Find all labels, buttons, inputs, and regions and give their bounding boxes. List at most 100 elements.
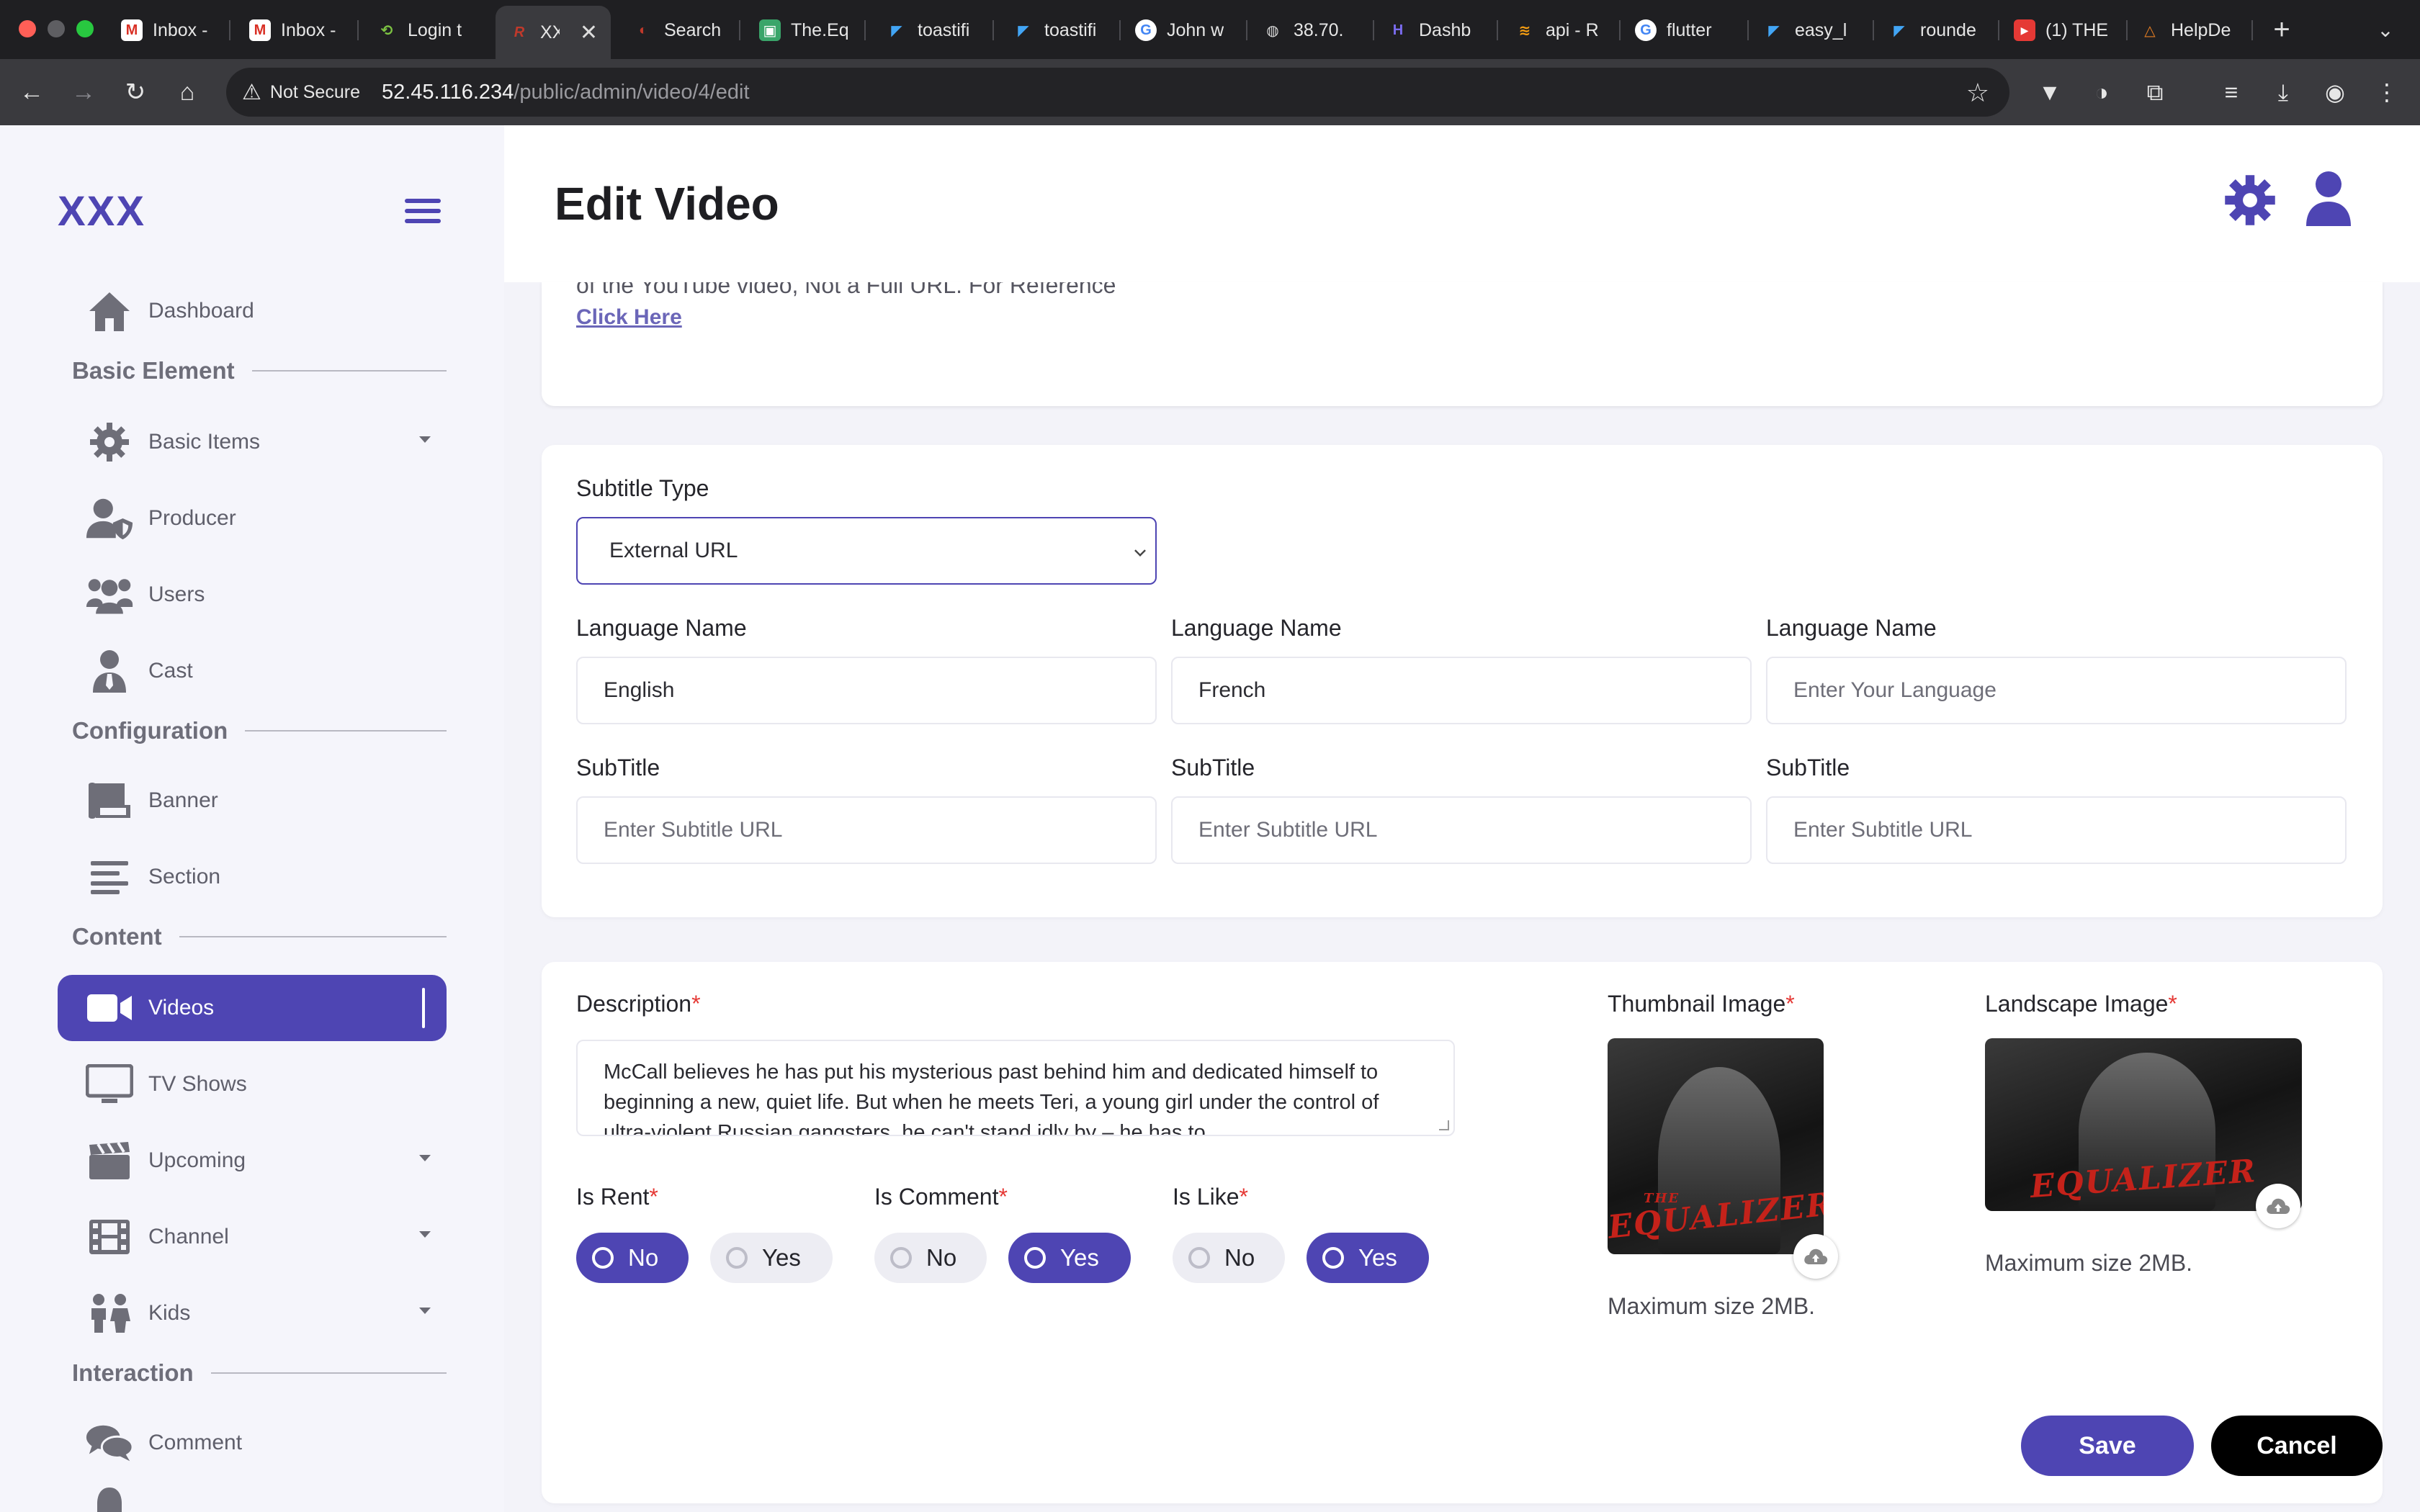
close-icon[interactable]: ✕ — [580, 20, 598, 45]
window-zoom-button[interactable] — [76, 20, 94, 37]
hamburger-menu-icon[interactable] — [405, 199, 441, 228]
is-like-no-radio[interactable]: No — [1173, 1233, 1285, 1283]
subtitle-url-placeholder-2: Enter Subtitle URL — [1198, 818, 1378, 842]
cancel-button[interactable]: Cancel — [2211, 1416, 2383, 1476]
browser-tab[interactable]: M Inbox - — [121, 10, 216, 50]
is-comment-no-radio[interactable]: No — [874, 1233, 987, 1283]
extensions-puzzle-icon[interactable]: ⧉ — [2138, 75, 2172, 109]
url-path: /public/admin/video/4/edit — [514, 80, 750, 104]
sidebar-item-section[interactable]: Section — [58, 844, 447, 910]
new-tab-button[interactable]: + — [2262, 10, 2302, 50]
tab-separator — [1373, 20, 1374, 40]
subtitle-url-input-2[interactable]: Enter Subtitle URL — [1171, 796, 1752, 864]
browser-tab-bar: M Inbox - M Inbox - ⟲ Login t R XX ✕ ◐ S… — [0, 0, 2420, 59]
is-like-yes-radio[interactable]: Yes — [1307, 1233, 1429, 1283]
sidebar-item-cast[interactable]: Cast — [58, 638, 447, 704]
language-name-placeholder-3: Enter Your Language — [1793, 678, 1996, 702]
browser-tab[interactable]: ▶ (1) THE — [2014, 10, 2115, 50]
resize-handle-icon[interactable] — [1439, 1120, 1449, 1130]
gmail-icon: M — [121, 19, 143, 41]
profile-avatar-icon[interactable]: ◉ — [2318, 75, 2352, 109]
gear-icon[interactable] — [2224, 174, 2276, 226]
sidebar-item-tv-shows[interactable]: TV Shows — [58, 1051, 447, 1117]
comments-icon — [85, 1418, 134, 1467]
sidebar-item-users[interactable]: Users — [58, 562, 447, 628]
browser-tab[interactable]: G John w — [1135, 10, 1233, 50]
subtitle-url-input-3[interactable]: Enter Subtitle URL — [1766, 796, 2347, 864]
browser-tab[interactable]: ◤ easy_l — [1763, 10, 1860, 50]
subtitle-type-label: Subtitle Type — [576, 475, 709, 501]
browser-tab[interactable]: ◐ Search — [632, 10, 726, 50]
browser-tab[interactable]: △ HelpDe — [2139, 10, 2246, 50]
doc-icon: ▣ — [759, 19, 781, 41]
bookmark-star-icon[interactable]: ☆ — [1966, 78, 1989, 108]
browser-tab[interactable]: ⟲ Login t — [376, 10, 475, 50]
browser-tab[interactable]: H Dashb — [1387, 10, 1485, 50]
chevron-down-icon — [1134, 545, 1146, 557]
language-name-input-2[interactable]: French — [1171, 657, 1752, 724]
click-here-link[interactable]: Click Here — [576, 305, 682, 330]
browser-tab[interactable]: ◤ toastifi — [1013, 10, 1106, 50]
subtitle-url-input-1[interactable]: Enter Subtitle URL — [576, 796, 1157, 864]
thumbnail-image-preview[interactable]: THE EQUALIZER — [1608, 1038, 1824, 1254]
subtitle-label-3: SubTitle — [1766, 755, 1850, 780]
browser-tab-active[interactable]: R XX ✕ — [496, 6, 611, 59]
sidebar-item-videos[interactable]: Videos — [58, 975, 447, 1041]
landscape-image-preview[interactable]: EQUALIZER — [1985, 1038, 2302, 1211]
browser-tab[interactable]: ≋ api - R — [1514, 10, 1608, 50]
browser-tab[interactable]: ◤ toastifi — [886, 10, 980, 50]
bell-icon — [85, 1482, 134, 1512]
save-button[interactable]: Save — [2021, 1416, 2194, 1476]
extension-v-icon[interactable]: ▼ — [2033, 75, 2067, 109]
language-name-input-1[interactable]: English — [576, 657, 1157, 724]
sidebar-item-channel[interactable]: Channel — [58, 1204, 447, 1270]
sidebar-item-upcoming[interactable]: Upcoming — [58, 1128, 447, 1194]
subtitle-url-placeholder-1: Enter Subtitle URL — [604, 818, 783, 842]
browser-menu-icon[interactable]: ⋮ — [2370, 75, 2404, 109]
sidebar-item-banner[interactable]: Banner — [58, 768, 447, 834]
address-bar[interactable]: ⚠ Not Secure 52.45.116.234 /public/admin… — [226, 68, 2009, 117]
user-tie-icon — [85, 647, 134, 696]
is-comment-yes-radio[interactable]: Yes — [1008, 1233, 1131, 1283]
is-rent-label: Is Rent* — [576, 1184, 658, 1210]
upload-cloud-icon[interactable] — [1793, 1234, 1838, 1279]
browser-tab[interactable]: ▣ The.Eq — [759, 10, 851, 50]
browser-tab[interactable]: ◍ 38.70. — [1262, 10, 1360, 50]
sidebar-item-comment[interactable]: Comment — [58, 1410, 447, 1476]
flutter-icon: ◤ — [1894, 22, 1905, 39]
description-textarea[interactable]: McCall believes he has put his mysteriou… — [576, 1040, 1455, 1136]
flutter-icon: ◤ — [1018, 22, 1029, 39]
tab-separator — [2251, 20, 2253, 40]
subtitle-type-select[interactable]: External URL — [576, 517, 1157, 585]
window-minimize-button[interactable] — [48, 20, 65, 37]
back-button[interactable]: ← — [14, 75, 49, 109]
sidebar-item-kids[interactable]: Kids — [58, 1280, 447, 1346]
brand-logo[interactable]: XXX — [58, 187, 145, 235]
tab-separator — [739, 20, 740, 40]
browser-tab[interactable]: M Inbox - — [249, 10, 344, 50]
tv-icon — [85, 1060, 134, 1109]
browser-tab[interactable]: G flutter — [1635, 10, 1736, 50]
radio-icon — [1322, 1247, 1344, 1269]
is-rent-yes-radio[interactable]: Yes — [710, 1233, 833, 1283]
forward-button[interactable]: → — [66, 75, 101, 109]
sidebar-item-basic-items[interactable]: Basic Items — [58, 409, 447, 475]
browser-tab[interactable]: ◤ rounde — [1888, 10, 1985, 50]
window-close-button[interactable] — [19, 20, 36, 37]
home-button[interactable]: ⌂ — [170, 75, 205, 109]
chevron-down-icon[interactable]: ⌄ — [2365, 10, 2406, 50]
upload-cloud-icon[interactable] — [2256, 1184, 2300, 1228]
user-profile-icon[interactable] — [2305, 170, 2352, 226]
download-icon[interactable]: ⤓ — [2266, 75, 2300, 109]
sidebar-item-partial[interactable] — [58, 1482, 447, 1512]
tab-separator — [1246, 20, 1247, 40]
extension-shield-icon[interactable]: ◑ — [2084, 75, 2119, 109]
sidebar-item-dashboard[interactable]: Dashboard — [58, 278, 447, 344]
subtitle-label-2: SubTitle — [1171, 755, 1255, 780]
media-control-icon[interactable]: ≡ — [2214, 75, 2249, 109]
reload-button[interactable]: ↻ — [118, 75, 153, 109]
page-title: Edit Video — [555, 178, 779, 230]
sidebar-item-producer[interactable]: Producer — [58, 485, 447, 552]
language-name-input-3[interactable]: Enter Your Language — [1766, 657, 2347, 724]
is-rent-no-radio[interactable]: No — [576, 1233, 689, 1283]
